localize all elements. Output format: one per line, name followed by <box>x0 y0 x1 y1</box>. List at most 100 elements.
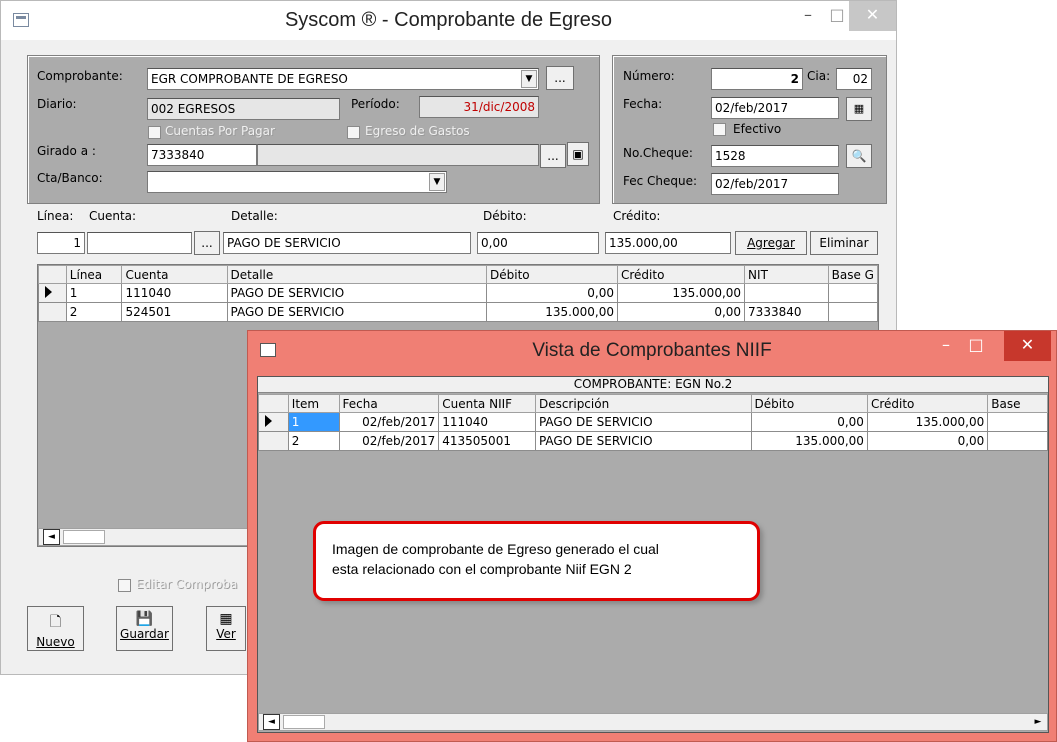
callout-line-2: esta relacionado con el comprobante Niif… <box>332 561 632 577</box>
column-header[interactable]: Item <box>287 394 340 413</box>
new-document-icon: 🗋 <box>49 614 62 630</box>
column-header[interactable]: Fecha <box>338 394 440 413</box>
table-cell[interactable]: 02/feb/2017 <box>338 431 440 451</box>
no-cheque-field[interactable]: 1528 <box>711 145 839 167</box>
table-cell[interactable]: 0,00 <box>866 431 989 451</box>
table-cell[interactable]: 1 <box>65 283 123 303</box>
row-selector-icon[interactable] <box>258 412 289 432</box>
table-row[interactable]: 2 02/feb/2017 413505001 PAGO DE SERVICIO… <box>258 431 1048 451</box>
niif-close-button[interactable]: ✕ <box>1004 331 1051 361</box>
table-cell[interactable] <box>987 412 1048 432</box>
numero-field[interactable]: 2 <box>711 68 803 90</box>
credito-entry-field[interactable]: 135.000,00 <box>605 232 731 254</box>
column-header[interactable]: Cuenta <box>121 265 228 284</box>
table-cell[interactable]: 413505001 <box>438 431 536 451</box>
linea-entry-label: Línea: <box>37 209 74 223</box>
column-header[interactable]: Débito <box>750 394 868 413</box>
eliminar-button[interactable]: Eliminar <box>810 231 878 255</box>
scroll-thumb[interactable] <box>63 530 105 544</box>
ver-button[interactable]: ▦ Ver <box>206 606 246 651</box>
table-row[interactable]: 1 111040 PAGO DE SERVICIO 0,00 135.000,0… <box>38 283 878 303</box>
efectivo-label: Efectivo <box>733 122 782 136</box>
maximize-button[interactable]: □ <box>826 1 848 31</box>
cuentas-por-pagar-checkbox[interactable] <box>148 126 161 139</box>
column-header[interactable]: Crédito <box>616 265 746 284</box>
table-cell[interactable]: 2 <box>65 302 123 322</box>
table-cell[interactable]: 7333840 <box>744 302 829 322</box>
table-cell[interactable]: PAGO DE SERVICIO <box>534 412 752 432</box>
column-header[interactable]: Descripción <box>534 394 752 413</box>
table-cell[interactable]: PAGO DE SERVICIO <box>226 302 488 322</box>
niif-scrollbar[interactable]: ◄ ► <box>258 713 1048 731</box>
calendar-icon[interactable]: ▦ <box>846 97 872 121</box>
table-cell[interactable]: 0,00 <box>750 412 868 432</box>
column-header[interactable]: Base <box>987 394 1048 413</box>
table-cell[interactable]: 0,00 <box>616 302 746 322</box>
row-selector-icon[interactable] <box>38 283 67 303</box>
chevron-down-icon[interactable]: ▼ <box>429 173 445 191</box>
table-cell[interactable]: 135.000,00 <box>616 283 746 303</box>
column-header[interactable]: Crédito <box>866 394 989 413</box>
cta-banco-select[interactable]: ▼ <box>147 171 447 193</box>
table-cell[interactable]: 135.000,00 <box>486 302 618 322</box>
table-cell[interactable]: 135.000,00 <box>866 412 989 432</box>
column-header[interactable]: Cuenta NIIF <box>438 394 536 413</box>
person-card-icon[interactable]: ▣ <box>567 142 589 166</box>
editar-comprobante-checkbox[interactable] <box>118 579 131 592</box>
table-cell[interactable]: 111040 <box>438 412 536 432</box>
linea-entry-field[interactable]: 1 <box>37 232 85 254</box>
chevron-down-icon[interactable]: ▼ <box>521 70 537 88</box>
no-cheque-label: No.Cheque: <box>623 146 693 160</box>
column-header[interactable]: Línea <box>65 265 123 284</box>
table-cell[interactable]: 111040 <box>121 283 228 303</box>
detalle-entry-field[interactable]: PAGO DE SERVICIO <box>223 232 471 254</box>
table-cell[interactable] <box>827 283 878 303</box>
column-header[interactable]: NIT <box>744 265 829 284</box>
table-row[interactable]: 2 524501 PAGO DE SERVICIO 135.000,00 0,0… <box>38 302 878 322</box>
scroll-left-icon[interactable]: ◄ <box>263 714 280 730</box>
minimize-button[interactable]: – <box>793 1 823 31</box>
scroll-left-icon[interactable]: ◄ <box>43 529 60 545</box>
table-cell[interactable]: 2 <box>287 431 340 451</box>
guardar-button[interactable]: 💾 Guardar <box>116 606 173 651</box>
cia-field[interactable]: 02 <box>836 68 872 90</box>
table-cell[interactable]: 02/feb/2017 <box>338 412 440 432</box>
comprobante-select[interactable]: EGR COMPROBANTE DE EGRESO ▼ <box>147 68 539 90</box>
main-titlebar[interactable]: Syscom ® - Comprobante de Egreso – □ ✕ <box>1 1 896 40</box>
table-cell[interactable]: PAGO DE SERVICIO <box>226 283 488 303</box>
column-header[interactable]: Base G <box>827 265 878 284</box>
comprobante-lookup-button[interactable]: ... <box>546 66 574 90</box>
fec-cheque-field[interactable]: 02/feb/2017 <box>711 173 839 195</box>
table-cell[interactable]: 524501 <box>121 302 228 322</box>
cuenta-lookup-button[interactable]: ... <box>194 231 220 255</box>
fecha-field[interactable]: 02/feb/2017 <box>711 97 839 119</box>
table-cell[interactable] <box>987 431 1048 451</box>
callout-line-1: Imagen de comprobante de Egreso generado… <box>332 541 659 557</box>
efectivo-checkbox[interactable] <box>713 123 726 136</box>
cuenta-entry-field[interactable] <box>87 232 192 254</box>
table-cell[interactable]: 0,00 <box>486 283 618 303</box>
table-cell[interactable]: 135.000,00 <box>750 431 868 451</box>
scroll-right-icon[interactable]: ► <box>1031 714 1045 730</box>
girado-lookup-button[interactable]: ... <box>540 144 566 168</box>
cta-banco-label: Cta/Banco: <box>37 171 103 185</box>
table-cell[interactable] <box>744 283 829 303</box>
table-cell[interactable] <box>827 302 878 322</box>
nuevo-button[interactable]: 🗋 Nuevo <box>27 606 84 651</box>
table-cell[interactable]: PAGO DE SERVICIO <box>534 431 752 451</box>
column-header[interactable]: Débito <box>486 265 618 284</box>
column-header[interactable]: Detalle <box>226 265 488 284</box>
niif-minimize-button[interactable]: – <box>931 331 961 361</box>
niif-maximize-button[interactable]: □ <box>964 331 988 361</box>
detalle-entry-label: Detalle: <box>231 209 278 223</box>
scroll-thumb[interactable] <box>283 715 325 729</box>
table-cell[interactable]: 1 <box>287 412 340 432</box>
search-icon[interactable]: 🔍 <box>846 144 872 168</box>
niif-table[interactable]: Item Fecha Cuenta NIIF Descripción Débit… <box>258 394 1048 451</box>
girado-field[interactable]: 7333840 <box>147 144 257 166</box>
debito-entry-field[interactable]: 0,00 <box>477 232 599 254</box>
agregar-button[interactable]: Agregar <box>735 231 807 255</box>
table-row[interactable]: 1 02/feb/2017 111040 PAGO DE SERVICIO 0,… <box>258 412 1048 432</box>
egreso-gastos-checkbox[interactable] <box>347 126 360 139</box>
close-button[interactable]: ✕ <box>849 1 896 31</box>
